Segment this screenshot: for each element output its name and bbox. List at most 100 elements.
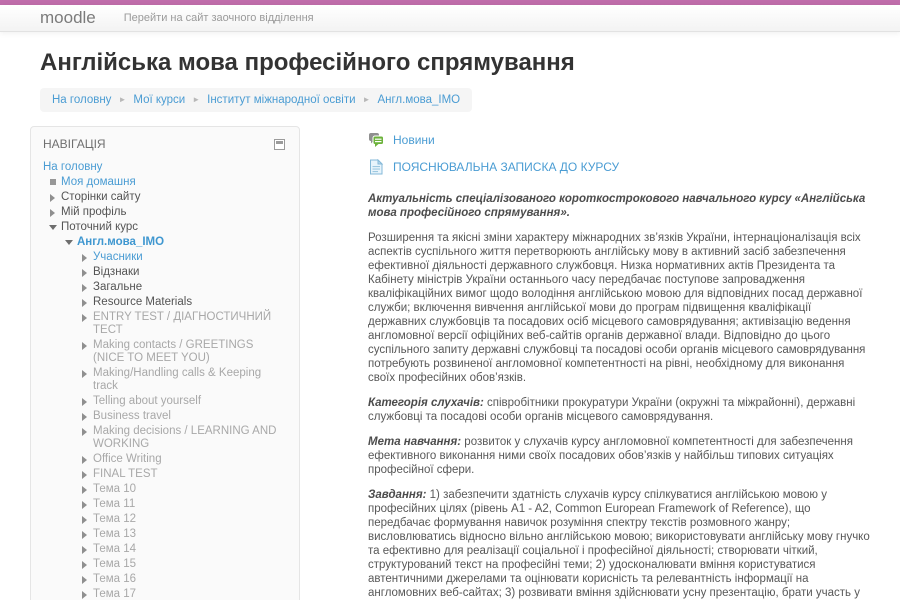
sidebar-item-22[interactable]: Тема 14 xyxy=(43,542,287,557)
sidebar-item-label: На головну xyxy=(43,161,103,173)
sidebar-item-9[interactable]: Resource Materials xyxy=(43,295,287,310)
sidebar-item-4[interactable]: Поточний курс xyxy=(43,220,287,235)
expand-toggle-icon[interactable] xyxy=(49,206,61,219)
sidebar-item-17[interactable]: FINAL TEST xyxy=(43,467,287,482)
page-icon xyxy=(370,159,384,175)
breadcrumb-home[interactable]: На головну xyxy=(52,94,111,106)
course-paragraph: Розширення та якісні зміни характеру між… xyxy=(368,232,866,384)
expand-toggle-icon[interactable] xyxy=(81,543,93,556)
sidebar-item-label: Моя домашня xyxy=(61,176,136,188)
sidebar-item-label: Тема 13 xyxy=(93,528,137,540)
expand-toggle-icon[interactable] xyxy=(81,281,93,294)
syllabus-page-link[interactable]: ПОЯСНЮВАЛЬНА ЗАПИСКА ДО КУРСУ xyxy=(393,160,619,174)
navigation-tree: На головну Моя домашня Сторінки сайту Мій п… xyxy=(43,160,287,600)
sidebar-item-label: Тема 12 xyxy=(93,513,137,525)
expand-toggle-icon[interactable] xyxy=(81,573,93,586)
sidebar-item-label: FINAL TEST xyxy=(93,468,158,480)
sidebar-item-label: Office Writing xyxy=(93,453,162,465)
sidebar-item-label: Making contacts / GREETINGS (NICE TO MEE… xyxy=(93,339,254,364)
news-forum-link[interactable]: Новини xyxy=(393,133,435,147)
expand-toggle-icon[interactable] xyxy=(49,191,61,204)
sidebar-item-label: Загальне xyxy=(93,281,143,293)
expand-toggle-icon[interactable] xyxy=(81,311,93,337)
expand-toggle-icon[interactable] xyxy=(81,367,93,393)
sidebar-item-label: Поточний курс xyxy=(61,221,139,233)
sidebar-item-label: Тема 14 xyxy=(93,543,137,555)
sidebar-item-2[interactable]: Сторінки сайту xyxy=(43,190,287,205)
forum-icon xyxy=(369,133,384,147)
expand-toggle-icon[interactable] xyxy=(81,251,93,264)
external-site-link[interactable]: Перейти на сайт заочного відділення xyxy=(124,12,314,24)
breadcrumb-my-courses[interactable]: Мої курси xyxy=(133,94,185,106)
paragraph-lead: Мета навчання: xyxy=(368,436,462,448)
expand-toggle-icon[interactable] xyxy=(81,410,93,423)
sidebar-item-24[interactable]: Тема 16 xyxy=(43,572,287,587)
breadcrumb-category[interactable]: Інститут міжнародної освіти xyxy=(207,94,355,106)
content-layout: НАВІГАЦІЯ На головну Моя домашня Сторінки … xyxy=(30,126,870,600)
sidebar-item-label: Англ.мова_IMO xyxy=(77,236,165,248)
sidebar-item-label: Making decisions / LEARNING AND WORKING xyxy=(93,425,277,450)
sidebar-item-18[interactable]: Тема 10 xyxy=(43,482,287,497)
sidebar-item-15[interactable]: Making decisions / LEARNING AND WORKING xyxy=(43,424,287,452)
dock-block-icon[interactable] xyxy=(274,138,285,150)
sidebar-item-0[interactable]: На головну xyxy=(43,160,287,175)
sidebar-item-13[interactable]: Telling about yourself xyxy=(43,394,287,409)
expand-toggle-icon[interactable] xyxy=(81,339,93,365)
sidebar-item-25[interactable]: Тема 17 xyxy=(43,587,287,600)
sidebar-item-6[interactable]: Учасники xyxy=(43,250,287,265)
sidebar-item-label: Resource Materials xyxy=(93,296,193,308)
sidebar-item-5[interactable]: Англ.мова_IMO xyxy=(43,235,287,250)
paragraph-lead: Категорія слухачів: xyxy=(368,397,484,409)
expand-toggle-icon[interactable] xyxy=(81,395,93,408)
sidebar-item-11[interactable]: Making contacts / GREETINGS (NICE TO MEE… xyxy=(43,338,287,366)
sidebar-item-16[interactable]: Office Writing xyxy=(43,452,287,467)
sidebar-item-7[interactable]: Відзнаки xyxy=(43,265,287,280)
expand-toggle-icon[interactable] xyxy=(81,266,93,279)
expand-toggle-icon[interactable] xyxy=(81,425,93,451)
course-summary-text: Актуальність спеціалізованого короткостр… xyxy=(368,192,870,600)
sidebar-item-8[interactable]: Загальне xyxy=(43,280,287,295)
sidebar-item-label: Business travel xyxy=(93,410,171,422)
news-forum-row: Новини xyxy=(368,132,870,148)
course-paragraph: Мета навчання: розвиток у слухачів курсу… xyxy=(368,436,853,476)
expand-toggle-icon[interactable] xyxy=(81,513,93,526)
sidebar-item-label: Тема 16 xyxy=(93,573,137,585)
breadcrumb-separator-icon: ► xyxy=(192,95,201,104)
sidebar-item-23[interactable]: Тема 15 xyxy=(43,557,287,572)
course-main-content: Новини ПОЯСНЮВАЛЬНА ЗАПИСКА ДО КУРСУ Акт… xyxy=(328,126,870,600)
expand-toggle-icon[interactable] xyxy=(81,468,93,481)
navigation-block-title: НАВІГАЦІЯ xyxy=(43,137,106,151)
moodle-logo[interactable]: moodle xyxy=(40,8,96,28)
top-navbar: moodle Перейти на сайт заочного відділен… xyxy=(0,5,900,32)
sidebar-item-14[interactable]: Business travel xyxy=(43,409,287,424)
collapse-toggle-icon[interactable] xyxy=(65,236,77,249)
sidebar-item-1[interactable]: Моя домашня xyxy=(43,175,287,190)
expand-toggle-icon[interactable] xyxy=(81,588,93,600)
expand-toggle-icon[interactable] xyxy=(81,483,93,496)
expand-toggle-icon[interactable] xyxy=(81,453,93,466)
breadcrumb-separator-icon: ► xyxy=(118,95,127,104)
sidebar-item-label: ENTRY TEST / ДІАГНОСТИЧНИЙ ТЕСТ xyxy=(93,311,272,336)
expand-toggle-icon[interactable] xyxy=(81,528,93,541)
sidebar: НАВІГАЦІЯ На головну Моя домашня Сторінки … xyxy=(30,126,300,600)
course-paragraph: Категорія слухачів: співробітники прокур… xyxy=(368,397,856,423)
sidebar-item-10[interactable]: ENTRY TEST / ДІАГНОСТИЧНИЙ ТЕСТ xyxy=(43,310,287,338)
sidebar-item-3[interactable]: Мій профіль xyxy=(43,205,287,220)
page-title: Англійська мова професійного спрямування xyxy=(40,49,575,76)
sidebar-item-label: Тема 11 xyxy=(93,498,136,510)
item-bullet-icon[interactable] xyxy=(49,176,61,189)
breadcrumb-course[interactable]: Англ.мова_IMO xyxy=(377,94,460,106)
expand-toggle-icon[interactable] xyxy=(81,296,93,309)
sidebar-item-12[interactable]: Making/Handling calls & Keeping track xyxy=(43,366,287,394)
syllabus-page-row: ПОЯСНЮВАЛЬНА ЗАПИСКА ДО КУРСУ xyxy=(368,159,870,175)
expand-toggle-icon[interactable] xyxy=(81,558,93,571)
breadcrumb: На головну ► Мої курси ► Інститут міжнародно… xyxy=(40,88,473,112)
sidebar-item-20[interactable]: Тема 12 xyxy=(43,512,287,527)
sidebar-item-19[interactable]: Тема 11 xyxy=(43,497,287,512)
expand-toggle-icon[interactable] xyxy=(81,498,93,511)
collapse-toggle-icon[interactable] xyxy=(49,221,61,234)
course-paragraph: Актуальність спеціалізованого короткостр… xyxy=(368,193,866,219)
sidebar-item-label: Сторінки сайту xyxy=(61,191,141,203)
sidebar-item-label: Тема 15 xyxy=(93,558,137,570)
sidebar-item-21[interactable]: Тема 13 xyxy=(43,527,287,542)
